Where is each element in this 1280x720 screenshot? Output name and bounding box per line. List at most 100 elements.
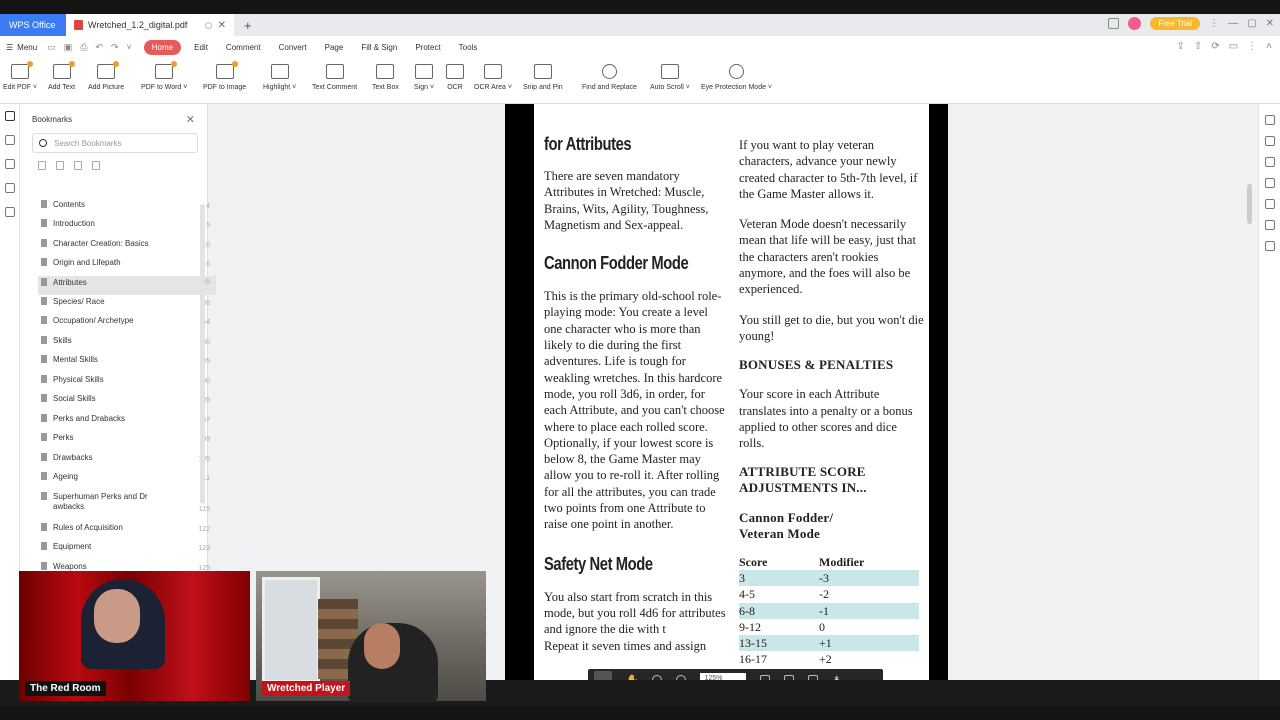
bookmark-page: 123 <box>198 545 210 552</box>
print-icon[interactable]: ⎙ <box>80 42 87 53</box>
collapse-ribbon-icon[interactable]: ˄ <box>1266 41 1272 52</box>
cell-modifier: -2 <box>819 587 829 602</box>
list-item[interactable]: Social Skills 95 <box>38 394 216 411</box>
ocr-button[interactable]: OCR <box>446 62 464 91</box>
layout-icon[interactable] <box>1108 18 1120 29</box>
document-tab[interactable]: Wretched_1.2_digital.pdf ✕ <box>66 14 234 36</box>
redo-icon[interactable]: ↷ <box>111 42 119 53</box>
list-item-selected[interactable]: Attributes 35 <box>38 276 216 295</box>
open-folder-icon[interactable]: ▭ <box>47 42 56 53</box>
snip-and-pin-button[interactable]: Snip and Pin <box>523 62 563 91</box>
table-row: 9-12 0 <box>739 619 919 635</box>
tab-edit[interactable]: Edit <box>194 43 208 52</box>
maximize-icon[interactable]: ▢ <box>1247 18 1256 29</box>
text-box-button[interactable]: Text Box <box>372 62 399 91</box>
text-comment-button[interactable]: Text Comment <box>312 62 357 91</box>
list-item[interactable]: Equipment 123 <box>38 542 216 559</box>
list-item[interactable]: Perks and Drabacks 97 <box>38 414 216 431</box>
bookmark-item-icon <box>41 433 47 441</box>
tab-convert[interactable]: Convert <box>279 43 307 52</box>
pdf-to-image-button[interactable]: PDF to Image <box>203 61 246 91</box>
tab-protect[interactable]: Protect <box>415 43 440 52</box>
wps-office-tab[interactable]: WPS Office <box>0 14 66 36</box>
list-item[interactable]: Character Creation: Basics 10 <box>38 239 216 256</box>
avatar[interactable] <box>1128 17 1142 30</box>
bookmark-label: Mental Skills <box>53 355 98 364</box>
auto-scroll-button[interactable]: Auto Scroll ˅ <box>650 62 690 91</box>
close-icon[interactable]: ✕ <box>186 113 195 126</box>
collapse-all-icon[interactable] <box>56 161 64 170</box>
edit-icon[interactable] <box>1264 115 1275 125</box>
cell-score: 13-15 <box>739 635 767 650</box>
list-item[interactable]: Rules of Acquisition 122 <box>38 523 216 540</box>
list-item[interactable]: Introduction 5 <box>38 219 216 236</box>
heading-adjustments: ATTRIBUTE SCORE ADJUSTMENTS IN... <box>739 464 867 496</box>
save-icon[interactable]: ▣ <box>64 42 73 53</box>
cell-score: 6-8 <box>739 603 755 618</box>
undo-icon[interactable]: ↶ <box>95 42 103 53</box>
list-item[interactable]: Perks 99 <box>38 433 216 450</box>
cell-score: 4-5 <box>739 587 755 602</box>
properties-icon[interactable] <box>1264 199 1275 209</box>
new-tab-button[interactable]: + <box>244 18 252 33</box>
list-item[interactable]: Superhuman Perks and Dr awbacks 115 <box>38 492 216 518</box>
share-icon[interactable]: ⇪ <box>1177 41 1185 52</box>
comments-icon[interactable] <box>4 159 15 169</box>
annotate-icon[interactable] <box>1264 157 1275 167</box>
tab-tools[interactable]: Tools <box>459 43 478 52</box>
menu-button[interactable]: ☰ Menu <box>6 43 37 52</box>
tab-page[interactable]: Page <box>325 43 344 52</box>
document-scrollbar[interactable] <box>1247 184 1252 224</box>
comment-icon[interactable]: ▭ <box>1229 41 1238 52</box>
list-item[interactable]: Origin and Lifepath 16 <box>38 258 216 275</box>
thumbnails-icon[interactable] <box>4 135 15 145</box>
ocr-label: OCR <box>447 84 463 91</box>
add-text-button[interactable]: Add Text <box>48 61 75 91</box>
convert-icon[interactable] <box>1264 136 1275 146</box>
settings-icon[interactable]: ⋮ <box>1209 18 1219 29</box>
list-item[interactable]: Ageing111 <box>38 472 216 489</box>
auto-scroll-label: Auto Scroll ˅ <box>650 84 690 91</box>
help-icon[interactable] <box>1264 241 1275 251</box>
add-bookmark-icon[interactable] <box>74 161 82 170</box>
webcam-label: The Red Room <box>25 681 106 696</box>
zoom-icon[interactable] <box>1264 220 1275 230</box>
tab-comment[interactable]: Comment <box>226 43 261 52</box>
list-item[interactable]: Skills 80 <box>38 336 216 353</box>
list-item[interactable]: Physical Skills 90 <box>38 375 216 392</box>
add-picture-button[interactable]: Add Picture <box>88 61 124 91</box>
bookmarks-scrollbar[interactable] <box>200 204 205 504</box>
tab-fill-sign[interactable]: Fill & Sign <box>361 43 397 52</box>
close-window-icon[interactable]: ✕ <box>1266 18 1274 29</box>
list-item[interactable]: Contents 4 <box>38 200 216 217</box>
quick-access-dropdown-icon[interactable]: ˅ <box>127 42 132 52</box>
minimize-icon[interactable]: — <box>1228 18 1238 29</box>
highlight-button[interactable]: Highlight ˅ <box>263 62 296 91</box>
more-icon[interactable]: ⋮ <box>1247 41 1257 52</box>
list-item[interactable]: Species/ Race 38 <box>38 297 216 314</box>
list-item[interactable]: Occupation/ Archetype 54 <box>38 316 216 333</box>
sync-icon[interactable]: ⟳ <box>1211 41 1219 52</box>
list-item[interactable]: Drawbacks105 <box>38 453 216 470</box>
bookmark-icon[interactable] <box>4 111 15 121</box>
signature-icon[interactable] <box>4 207 15 217</box>
tab-home[interactable]: Home <box>143 39 182 55</box>
title-tab-bar: WPS Office Wretched_1.2_digital.pdf ✕ + … <box>0 14 1280 36</box>
upload-icon[interactable]: ⇧ <box>1194 41 1202 52</box>
outline-icon[interactable] <box>1264 178 1275 188</box>
free-trial-badge[interactable]: Free Trial <box>1150 17 1201 30</box>
list-item[interactable]: Mental Skills 85 <box>38 355 216 372</box>
bookmark-search-placeholder: Search Bookmarks <box>54 138 122 148</box>
sign-button[interactable]: Sign ˅ <box>414 62 434 91</box>
edit-pdf-button[interactable]: Edit PDF ˅ <box>3 61 37 91</box>
pdf-to-word-button[interactable]: PDF to Word ˅ <box>141 61 187 91</box>
ocr-area-button[interactable]: OCR Area ˅ <box>474 62 512 91</box>
bookmark-options-icon[interactable] <box>92 161 100 170</box>
eye-protection-button[interactable]: Eye Protection Mode ˅ <box>701 62 772 91</box>
close-tab-icon[interactable]: ✕ <box>218 20 226 31</box>
attachment-icon[interactable] <box>4 183 15 193</box>
find-and-replace-button[interactable]: Find and Replace <box>582 62 637 91</box>
bookmark-item-icon <box>41 336 47 344</box>
expand-all-icon[interactable] <box>38 161 46 170</box>
bookmark-search-input[interactable]: Search Bookmarks <box>32 133 198 153</box>
